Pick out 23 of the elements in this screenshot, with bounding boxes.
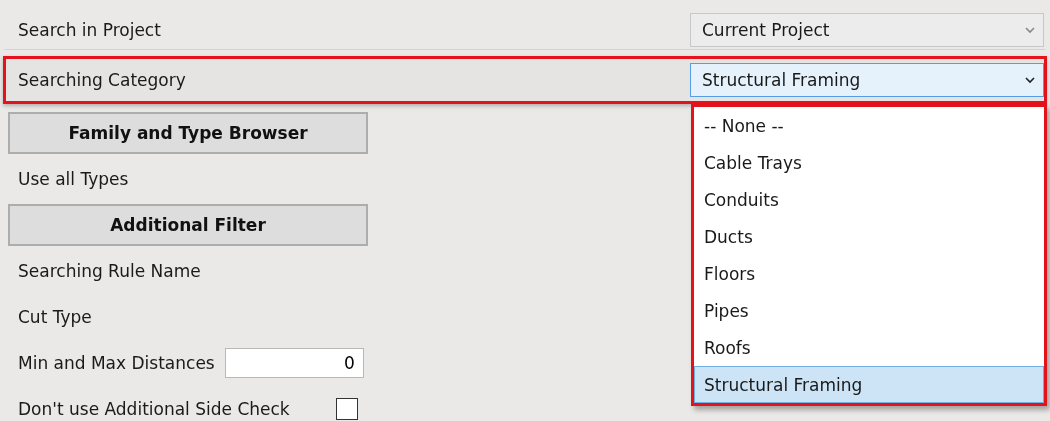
dropdown-option[interactable]: Roofs: [694, 329, 1044, 366]
combo-box[interactable]: Current Project: [690, 13, 1044, 47]
filter-button[interactable]: Family and Type Browser: [8, 112, 368, 154]
dropdown-option[interactable]: Floors: [694, 255, 1044, 292]
chevron-down-icon: [1025, 26, 1035, 34]
checkbox[interactable]: [335, 398, 358, 420]
option-label: Searching Rule Name: [18, 261, 201, 281]
dropdown-option[interactable]: Cable Trays: [694, 144, 1044, 181]
distance-label: Min and Max Distances: [18, 353, 215, 373]
filter-button[interactable]: Additional Filter: [8, 204, 368, 246]
checkbox-label: Don't use Additional Side Check: [18, 399, 290, 419]
dropdown-option[interactable]: Ducts: [694, 218, 1044, 255]
dropdown-option[interactable]: -- None --: [694, 107, 1044, 144]
distance-field[interactable]: 0: [224, 348, 364, 378]
dropdown-option[interactable]: Conduits: [694, 181, 1044, 218]
option-label: Use all Types: [18, 169, 129, 189]
dropdown-option[interactable]: Pipes: [694, 292, 1044, 329]
combo-box[interactable]: Structural Framing: [690, 63, 1044, 97]
chevron-down-icon: [1025, 76, 1035, 84]
dropdown-option[interactable]: Structural Framing: [694, 366, 1044, 403]
field-label: Searching Category: [17, 70, 187, 90]
option-label: Cut Type: [18, 307, 92, 327]
field-label: Search in Project: [17, 20, 162, 40]
